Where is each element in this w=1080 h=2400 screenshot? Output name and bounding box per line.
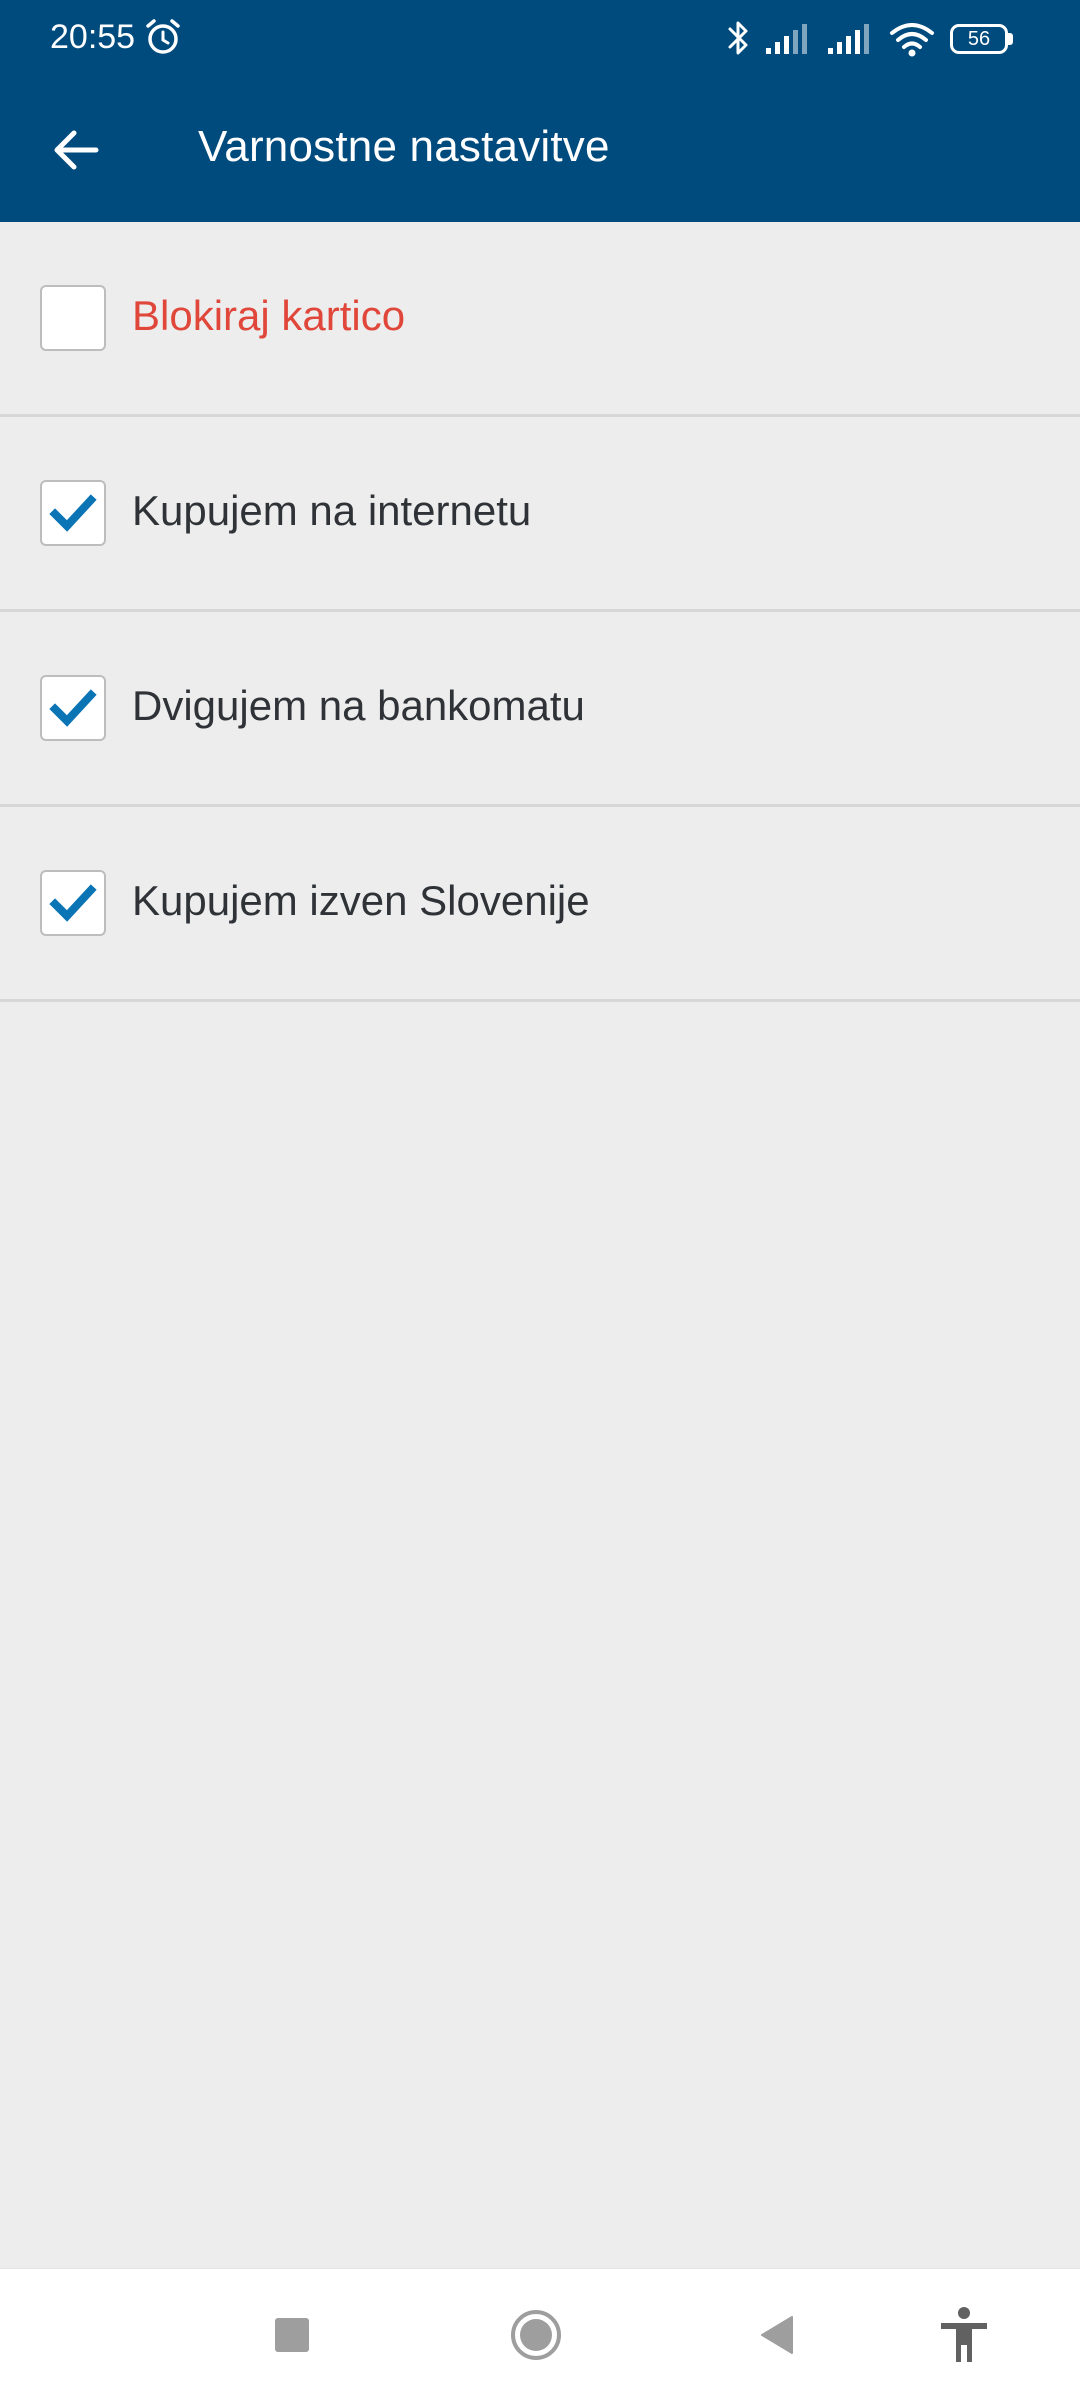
signal-icon xyxy=(828,24,869,54)
settings-list: Blokiraj kartico Kupujem na internetu Dv… xyxy=(0,222,1080,1002)
check-icon xyxy=(49,884,97,922)
accessibility-icon xyxy=(941,2307,987,2362)
setting-row-online-shopping[interactable]: Kupujem na internetu xyxy=(0,417,1080,612)
recents-icon xyxy=(275,2318,309,2352)
setting-row-block-card[interactable]: Blokiraj kartico xyxy=(0,222,1080,417)
header: 20:55 56 Varnostne nastavitve xyxy=(0,0,1080,222)
page-title: Varnostne nastavitve xyxy=(198,122,610,171)
wifi-icon xyxy=(890,23,934,57)
setting-label: Kupujem izven Slovenije xyxy=(132,877,590,924)
nav-back-button[interactable] xyxy=(738,2295,818,2375)
home-button[interactable] xyxy=(496,2295,576,2375)
setting-label: Dvigujem na bankomatu xyxy=(132,682,585,729)
screen: 20:55 56 Varnostne nastavitve Blokiraj k… xyxy=(0,0,1080,2400)
checkbox[interactable] xyxy=(40,675,106,741)
home-icon xyxy=(511,2310,561,2360)
recents-button[interactable] xyxy=(252,2295,332,2375)
check-icon xyxy=(49,689,97,727)
setting-label: Blokiraj kartico xyxy=(132,292,406,339)
bluetooth-icon xyxy=(728,21,748,55)
status-time: 20:55 xyxy=(50,18,136,56)
check-icon xyxy=(49,494,97,532)
setting-row-abroad-shopping[interactable]: Kupujem izven Slovenije xyxy=(0,807,1080,1002)
back-button[interactable] xyxy=(40,114,112,186)
accessibility-button[interactable] xyxy=(924,2295,1004,2375)
status-bar: 20:55 56 xyxy=(0,0,1080,78)
alarm-icon xyxy=(146,19,180,54)
nav-bar xyxy=(0,2268,1080,2400)
battery-level: 56 xyxy=(967,28,991,50)
setting-label: Kupujem na internetu xyxy=(132,487,532,534)
checkbox[interactable] xyxy=(40,480,106,546)
signal-icon xyxy=(766,24,807,54)
battery-icon: 56 xyxy=(950,24,1014,54)
app-bar: Varnostne nastavitve xyxy=(0,78,1080,222)
checkbox[interactable] xyxy=(40,870,106,936)
back-icon xyxy=(761,2316,793,2354)
arrow-left-icon xyxy=(54,130,99,170)
setting-row-atm-withdrawal[interactable]: Dvigujem na bankomatu xyxy=(0,612,1080,807)
checkbox[interactable] xyxy=(40,285,106,351)
